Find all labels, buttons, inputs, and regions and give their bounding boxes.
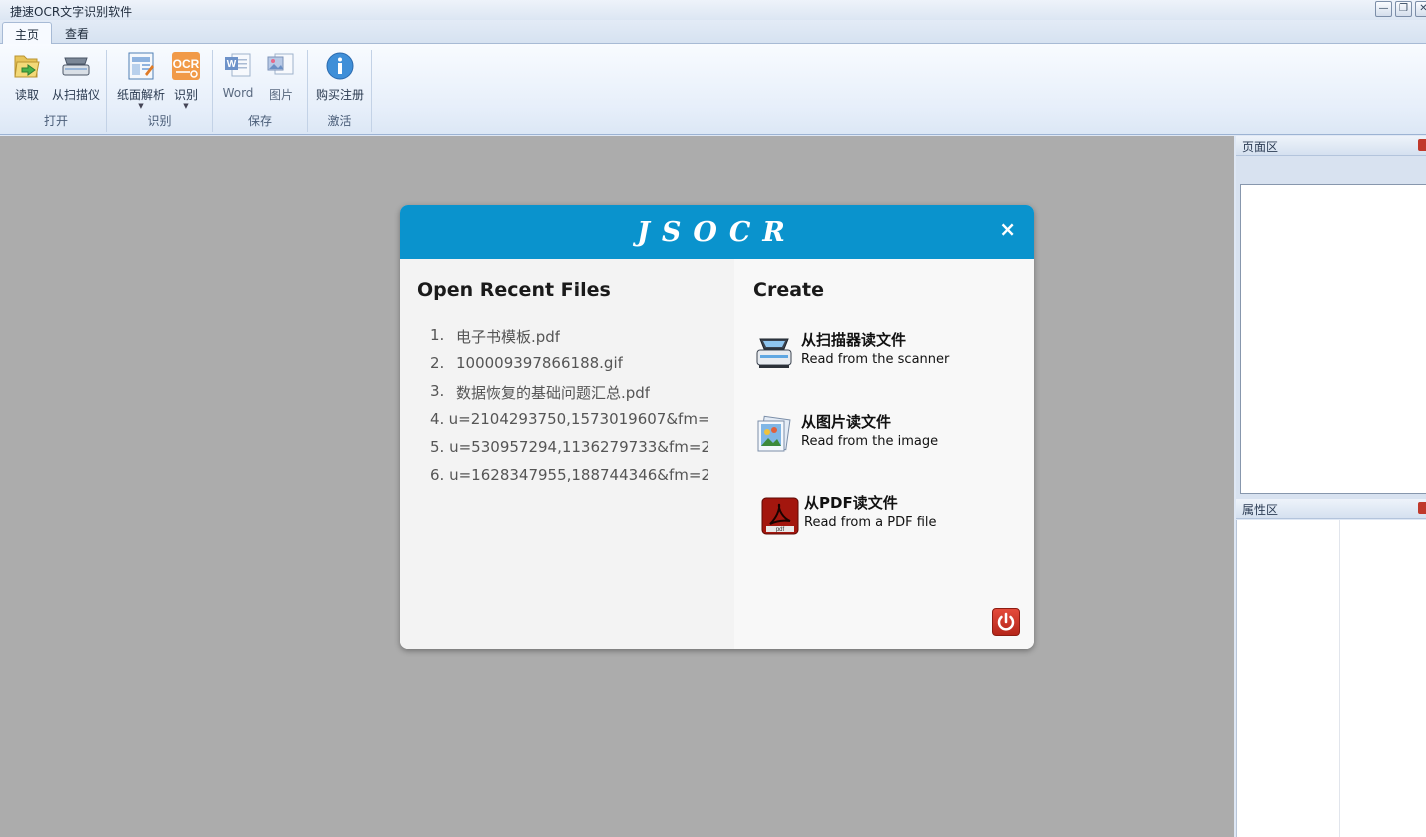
page-area-title: 页面区: [1242, 140, 1279, 154]
property-area-panel: [1236, 520, 1426, 837]
page-layout-icon: [125, 50, 157, 82]
property-area-close-icon[interactable]: [1418, 502, 1426, 514]
ocr-icon-text: OCR: [173, 57, 200, 71]
page-area-header: 页面区: [1236, 136, 1426, 156]
save-image-button[interactable]: 图片: [263, 50, 299, 103]
recent-file-item[interactable]: 1. 电子书模板.pdf: [430, 326, 708, 354]
word-icon: W: [222, 50, 254, 82]
page-thumbnail-area[interactable]: [1240, 184, 1426, 494]
read-button-label: 读取: [14, 88, 39, 102]
property-area-title: 属性区: [1242, 503, 1279, 517]
create-from-pdf[interactable]: pdf 从PDF读文件 Read from a PDF file: [760, 492, 1030, 538]
recent-files-title: Open Recent Files: [417, 279, 611, 301]
create-pane: Create 从扫描器读文件 Read from the scanner 从图片…: [734, 259, 1034, 649]
page-layout-label: 纸面解析: [116, 88, 165, 102]
ribbon-tabs: 主页 查看: [0, 20, 1426, 45]
dialog-title: JSOCR: [637, 217, 797, 248]
ribbon-group-open: 读取 从扫描仪 打开: [6, 50, 107, 132]
restore-button[interactable]: ❐: [1395, 1, 1412, 17]
folder-open-icon: [11, 50, 43, 82]
minimize-button[interactable]: —: [1375, 1, 1392, 17]
dialog-header: JSOCR ×: [400, 205, 1034, 259]
tab-view[interactable]: 查看: [53, 22, 101, 45]
create-from-scanner[interactable]: 从扫描器读文件 Read from the scanner: [754, 329, 1024, 375]
recent-file-item[interactable]: 6.u=1628347955,188744346&fm=21&gp=0.jpg: [430, 466, 708, 494]
page-area-close-icon[interactable]: [1418, 139, 1426, 151]
create-from-image[interactable]: 从图片读文件 Read from the image: [754, 411, 1024, 457]
save-word-label: Word: [222, 86, 254, 100]
create-title: Create: [753, 279, 824, 301]
dialog-close-button[interactable]: ×: [999, 217, 1016, 241]
read-button[interactable]: 读取: [10, 50, 44, 103]
power-icon: [997, 612, 1015, 631]
title-bar: 捷速OCR文字识别软件 — ❐ ✕: [0, 0, 1426, 20]
info-icon: [324, 50, 356, 82]
pdf-icon-text: pdf: [776, 527, 785, 533]
property-area-header: 属性区: [1236, 499, 1426, 519]
page-layout-dropdown-icon: ▼: [138, 102, 144, 110]
save-image-label: 图片: [268, 88, 293, 102]
create-from-image-subtitle: Read from the image: [801, 434, 939, 449]
power-button[interactable]: [992, 608, 1020, 636]
ribbon-group-activate: 购买注册 激活: [308, 50, 372, 132]
from-scanner-label: 从扫描仪: [51, 88, 100, 102]
purchase-register-label: 购买注册: [315, 88, 364, 102]
page-area-panel: [1236, 156, 1426, 499]
recent-file-item[interactable]: 5.u=530957294,1136279733&fm=21&gp=0.jpg: [430, 438, 708, 466]
group-label-recognize: 识别: [147, 114, 172, 128]
group-label-activate: 激活: [327, 114, 352, 128]
create-from-pdf-title: 从PDF读文件: [804, 494, 898, 512]
svg-text:W: W: [227, 59, 237, 70]
from-scanner-button[interactable]: 从扫描仪: [48, 50, 104, 103]
create-from-image-title: 从图片读文件: [801, 413, 892, 431]
purchase-register-button[interactable]: 购买注册: [312, 50, 368, 103]
start-dialog: JSOCR × Open Recent Files 1. 电子书模板.pdf 2.…: [400, 205, 1034, 649]
create-from-scanner-title: 从扫描器读文件: [801, 331, 907, 349]
property-column-divider: [1339, 520, 1340, 837]
ribbon-group-save: W Word 图片 保存: [213, 50, 308, 132]
scanner-icon: [754, 333, 794, 373]
create-from-pdf-subtitle: Read from a PDF file: [804, 515, 937, 530]
group-label-save: 保存: [247, 114, 272, 128]
ribbon-group-recognize: 纸面解析 ▼ OCR 识别 ▼ 识别: [107, 50, 213, 132]
recognize-dropdown-icon: ▼: [183, 102, 189, 110]
save-word-button[interactable]: W Word: [219, 50, 257, 100]
recent-file-item[interactable]: 4.u=2104293750,1573019607&fm=21&gp=0.jpg: [430, 410, 708, 438]
page-layout-button[interactable]: 纸面解析 ▼: [113, 50, 169, 110]
picture-icon: [754, 415, 794, 455]
ribbon: 读取 从扫描仪 打开 纸面解析 ▼ OCR 识别 ▼ 识别 W Word 图片 …: [0, 44, 1426, 135]
recent-files-pane: Open Recent Files 1. 电子书模板.pdf 2. 10000939…: [400, 259, 734, 649]
recent-file-item[interactable]: 2. 100009397866188.gif: [430, 354, 708, 382]
window-controls: — ❐ ✕: [1375, 1, 1426, 17]
recognize-label: 识别: [173, 88, 198, 102]
app-title: 捷速OCR文字识别软件: [10, 5, 133, 19]
recognize-button[interactable]: OCR 识别 ▼: [169, 50, 203, 110]
create-from-scanner-subtitle: Read from the scanner: [801, 352, 950, 367]
scanner-icon: [60, 50, 92, 82]
image-icon: [265, 50, 297, 82]
pdf-icon: pdf: [760, 496, 800, 536]
close-window-button[interactable]: ✕: [1415, 1, 1426, 17]
recent-files-list: 1. 电子书模板.pdf 2. 100009397866188.gif 3. 数据恢复…: [430, 326, 710, 494]
group-label-open: 打开: [43, 114, 68, 128]
tab-home[interactable]: 主页: [2, 22, 53, 45]
ocr-icon: OCR: [170, 50, 202, 82]
recent-file-item[interactable]: 3. 数据恢复的基础问题汇总.pdf: [430, 382, 708, 410]
